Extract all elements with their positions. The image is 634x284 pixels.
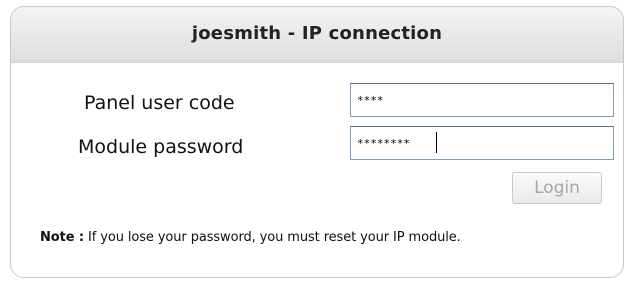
panel-user-code-input[interactable] <box>350 83 614 117</box>
module-password-input[interactable] <box>350 126 614 160</box>
panel-user-code-label: Panel user code <box>84 92 235 114</box>
panel-header: joesmith - IP connection <box>11 7 623 63</box>
note-text: If you lose your password, you must rese… <box>83 230 461 245</box>
module-password-label: Module password <box>78 136 244 158</box>
password-note: Note : If you lose your password, you mu… <box>40 230 461 245</box>
note-label: Note : <box>40 230 84 245</box>
panel-title: joesmith - IP connection <box>191 23 443 44</box>
text-caret <box>436 132 437 153</box>
login-button[interactable]: Login <box>512 172 602 204</box>
